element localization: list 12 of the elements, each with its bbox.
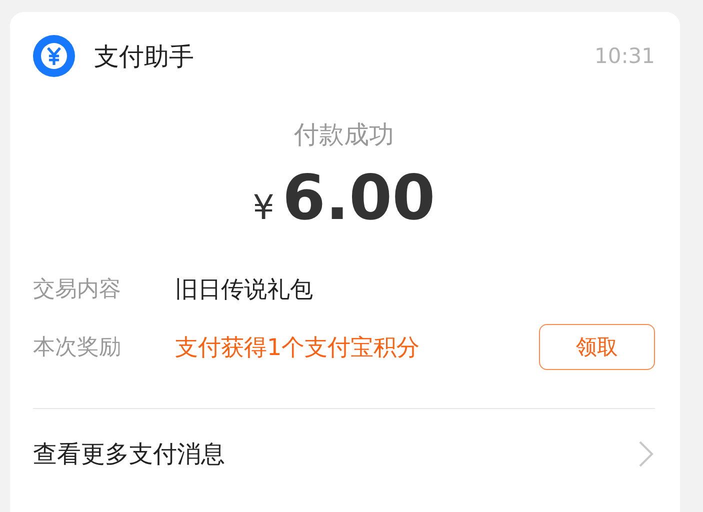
reward-text: 支付获得1个支付宝积分	[175, 334, 421, 362]
yen-coin-icon	[33, 35, 75, 77]
payment-status: 付款成功	[293, 119, 395, 151]
detail-value: 旧日传说礼包	[175, 276, 314, 304]
message-time: 10:31	[594, 44, 655, 68]
chevron-right-icon[interactable]	[637, 439, 655, 469]
sender-title: 支付助手	[94, 40, 195, 72]
more-messages-link[interactable]: 查看更多支付消息	[33, 438, 225, 470]
currency-symbol: ¥	[252, 188, 274, 228]
detail-label: 本次奖励	[33, 334, 122, 362]
payment-amount: 6.00	[282, 161, 436, 234]
detail-label: 交易内容	[33, 276, 122, 304]
